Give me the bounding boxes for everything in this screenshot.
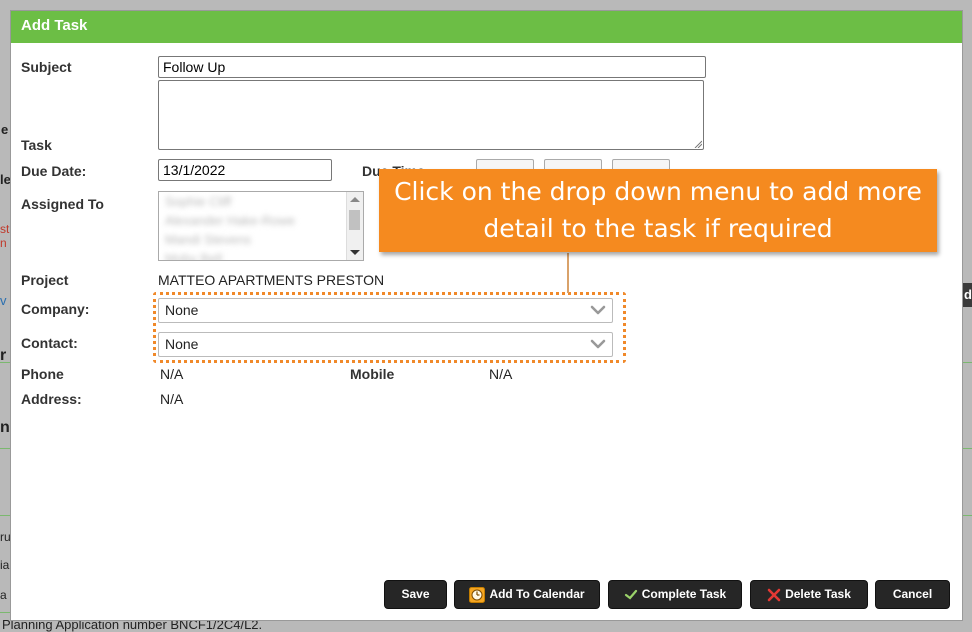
phone-label: Phone (21, 366, 64, 382)
delete-task-button[interactable]: Delete Task (750, 580, 868, 609)
complete-task-label: Complete Task (641, 587, 727, 601)
bg-fragment: ia (0, 558, 10, 572)
due-date-input[interactable]: 13/1/2022 (158, 159, 332, 181)
bg-divider (0, 448, 10, 449)
subject-input[interactable]: Follow Up (158, 56, 706, 78)
assigned-to-label: Assigned To (21, 196, 104, 212)
close-icon (767, 588, 781, 601)
bg-divider (0, 362, 10, 363)
listbox-scrollbar[interactable] (346, 192, 363, 260)
bg-fragment: a (0, 588, 7, 602)
save-button-label: Save (401, 587, 430, 601)
list-item[interactable]: Alexander Hake-Rowe (159, 211, 363, 230)
phone-value: N/A (160, 366, 184, 382)
add-task-dialog: Add Task Subject Follow Up Task Due Date… (10, 10, 963, 621)
bg-fragment: n (0, 236, 7, 250)
bg-divider (963, 448, 972, 449)
add-to-calendar-button[interactable]: Add To Calendar (454, 580, 600, 609)
cancel-button-label: Cancel (892, 587, 933, 601)
add-to-calendar-label: Add To Calendar (489, 587, 585, 601)
contact-label: Contact: (21, 335, 78, 351)
due-date-label: Due Date: (21, 163, 87, 179)
bg-fragment: v (0, 293, 7, 308)
callout-connector (567, 253, 569, 293)
complete-task-button[interactable]: Complete Task (608, 580, 742, 609)
task-label: Task (21, 137, 52, 153)
dialog-title: Add Task (11, 11, 962, 43)
assigned-to-listbox[interactable]: Sophie Cliff Alexander Hake-Rowe Mandi S… (158, 191, 364, 261)
bg-divider (963, 515, 972, 516)
delete-task-label: Delete Task (785, 587, 851, 601)
highlight-box (153, 292, 626, 363)
address-value: N/A (160, 391, 184, 407)
task-textarea[interactable] (158, 80, 704, 150)
save-button[interactable]: Save (384, 580, 447, 609)
scroll-down-icon[interactable] (350, 250, 360, 255)
mobile-label: Mobile (350, 366, 395, 382)
callout-line-2: detail to the task if required (483, 214, 833, 243)
bg-divider (0, 515, 10, 516)
bg-divider (963, 362, 972, 363)
project-label: Project (21, 272, 69, 288)
resize-handle-icon[interactable] (694, 140, 702, 148)
list-item[interactable]: Moby Bell (159, 249, 363, 260)
scroll-up-icon[interactable] (350, 197, 360, 202)
bg-fragment: n (0, 419, 10, 436)
bg-divider (0, 612, 10, 613)
mobile-value: N/A (489, 366, 513, 382)
bg-fragment: e (1, 122, 9, 137)
subject-label: Subject (21, 59, 72, 75)
cancel-button[interactable]: Cancel (875, 580, 950, 609)
company-label: Company: (21, 301, 90, 317)
address-label: Address: (21, 391, 82, 407)
bg-fragment: st (0, 222, 10, 236)
list-item[interactable]: Mandi Stevens (159, 230, 363, 249)
project-value: MATTEO APARTMENTS PRESTON (158, 272, 385, 288)
bg-fragment: d (964, 287, 972, 302)
instruction-callout: Click on the drop down menu to add more … (379, 169, 937, 252)
check-icon (624, 589, 637, 599)
list-item[interactable]: Sophie Cliff (159, 192, 363, 211)
calendar-clock-icon (469, 586, 486, 603)
scroll-thumb[interactable] (349, 210, 360, 230)
callout-line-1: Click on the drop down menu to add more (394, 177, 922, 206)
